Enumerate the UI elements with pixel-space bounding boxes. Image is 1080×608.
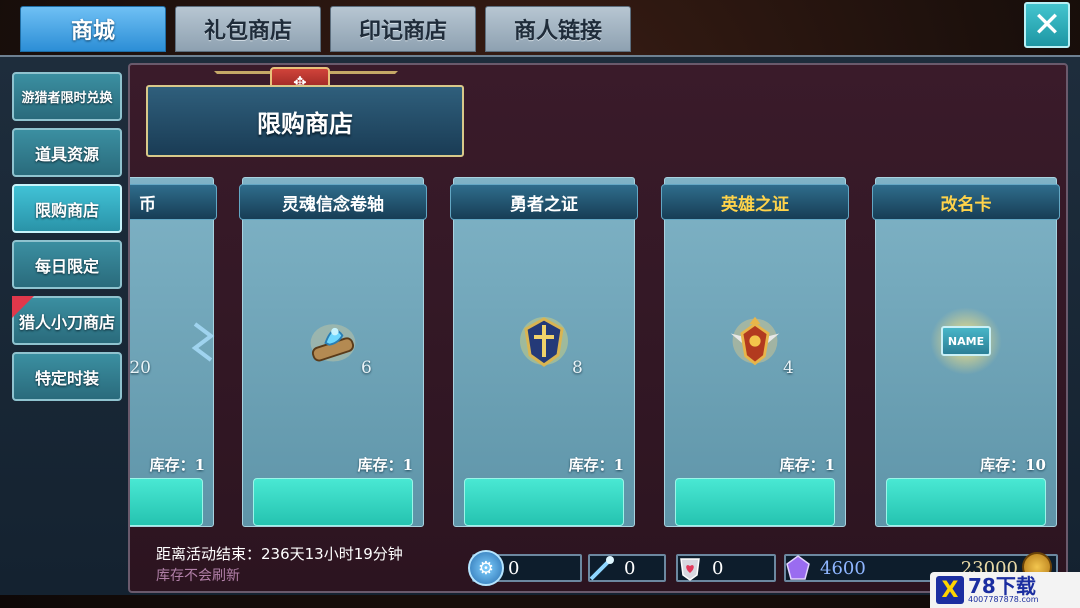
item-card[interactable]: 币 20 库存：1 [129, 177, 217, 527]
currency-gear-coin: ⚙ 0 [468, 550, 582, 586]
watermark-url: 4007787878.com [968, 595, 1039, 604]
partial-item-icon [177, 313, 233, 369]
item-cards: 币 20 库存：1 灵魂信念卷轴 6 库存：1 勇者之证 8 库存：1 英雄之证… [129, 177, 1066, 527]
tab-mark-shop[interactable]: 印记商店 [330, 6, 476, 52]
sidebar-item-label: 游猎者限时兑换 [21, 91, 113, 106]
shop-frame: 游猎者限时兑换 道具资源 限购商店 每日限定 猎人小刀商店 特定时装 ✥ 限购商… [0, 55, 1080, 595]
stock-refresh-note: 库存不会刷新 [156, 568, 240, 584]
heart-badge-icon [672, 550, 708, 586]
sidebar: 游猎者限时兑换 道具资源 限购商店 每日限定 猎人小刀商店 特定时装 [12, 72, 122, 401]
item-stock: 库存：1 [357, 456, 413, 474]
scroll-icon [305, 313, 361, 369]
tab-gift-shop[interactable]: 礼包商店 [175, 6, 321, 52]
shield-emblem-icon [516, 313, 572, 369]
sidebar-item-resources[interactable]: 道具资源 [12, 128, 122, 177]
shop-panel: ✥ 限购商店 币 20 库存：1 灵魂信念卷轴 6 库存：1 勇者之证 8 库存… [128, 63, 1068, 593]
currency-heart-badge: 0 [676, 554, 776, 582]
watermark-brand: 78下载 [968, 574, 1036, 598]
sidebar-item-costumes[interactable]: 特定时装 [12, 352, 122, 401]
item-stock: 库存：10 [980, 456, 1046, 474]
item-title: 英雄之证 [661, 184, 849, 220]
currency-wand: 0 [588, 554, 666, 582]
close-button[interactable]: ✕ [1024, 2, 1070, 48]
gear-coin-icon: ⚙ [468, 550, 504, 586]
sidebar-item-label: 限购商店 [34, 200, 99, 220]
buy-button[interactable] [253, 478, 413, 526]
buy-button[interactable] [464, 478, 624, 526]
event-countdown: 距离活动结束：236天13小时19分钟 [156, 545, 403, 563]
sidebar-item-label: 特定时装 [34, 368, 99, 388]
sidebar-item-label: 每日限定 [34, 256, 99, 276]
item-quantity: 8 [572, 358, 583, 378]
item-stock: 库存：1 [149, 456, 205, 474]
sidebar-item-hunter-exchange[interactable]: 游猎者限时兑换 [12, 72, 122, 121]
item-stock: 库存：1 [568, 456, 624, 474]
close-icon: ✕ [1032, 5, 1062, 45]
item-title: 勇者之证 [450, 184, 638, 220]
tab-merchant-link[interactable]: 商人链接 [485, 6, 631, 52]
buy-button[interactable] [886, 478, 1046, 526]
item-quantity: 4 [783, 358, 794, 378]
sidebar-item-hunter-knife-shop[interactable]: 猎人小刀商店 [12, 296, 122, 345]
item-card[interactable]: 英雄之证 4 库存：1 [661, 177, 849, 527]
item-card[interactable]: 改名卡 NAME 库存：10 [872, 177, 1060, 527]
sidebar-item-label: 道具资源 [34, 144, 99, 164]
gem-amount: 4600 [820, 557, 866, 579]
name-card-icon: NAME [930, 307, 1002, 375]
watermark-logo: X [936, 576, 964, 604]
buy-button[interactable] [675, 478, 835, 526]
item-card[interactable]: 灵魂信念卷轴 6 库存：1 [239, 177, 427, 527]
winged-crest-icon [727, 313, 783, 369]
item-title: 币 [130, 184, 217, 220]
gem-icon [780, 550, 816, 586]
item-title: 改名卡 [872, 184, 1060, 220]
tab-mall[interactable]: 商城 [20, 6, 166, 52]
name-card-label: NAME [941, 326, 991, 356]
item-card[interactable]: 勇者之证 8 库存：1 [450, 177, 638, 527]
sidebar-item-daily-limited[interactable]: 每日限定 [12, 240, 122, 289]
top-tabs: 商城 礼包商店 印记商店 商人链接 [20, 6, 631, 52]
item-quantity: 6 [361, 358, 372, 378]
new-flag-icon [12, 296, 34, 318]
site-watermark: X 78下载 4007787878.com [930, 572, 1080, 608]
page-title: 限购商店 [146, 85, 464, 157]
item-stock: 库存：1 [779, 456, 835, 474]
buy-button[interactable] [130, 478, 203, 526]
item-quantity: 20 [129, 358, 151, 378]
sidebar-item-limited-shop[interactable]: 限购商店 [12, 184, 122, 233]
wand-icon [584, 550, 620, 586]
item-title: 灵魂信念卷轴 [239, 184, 427, 220]
